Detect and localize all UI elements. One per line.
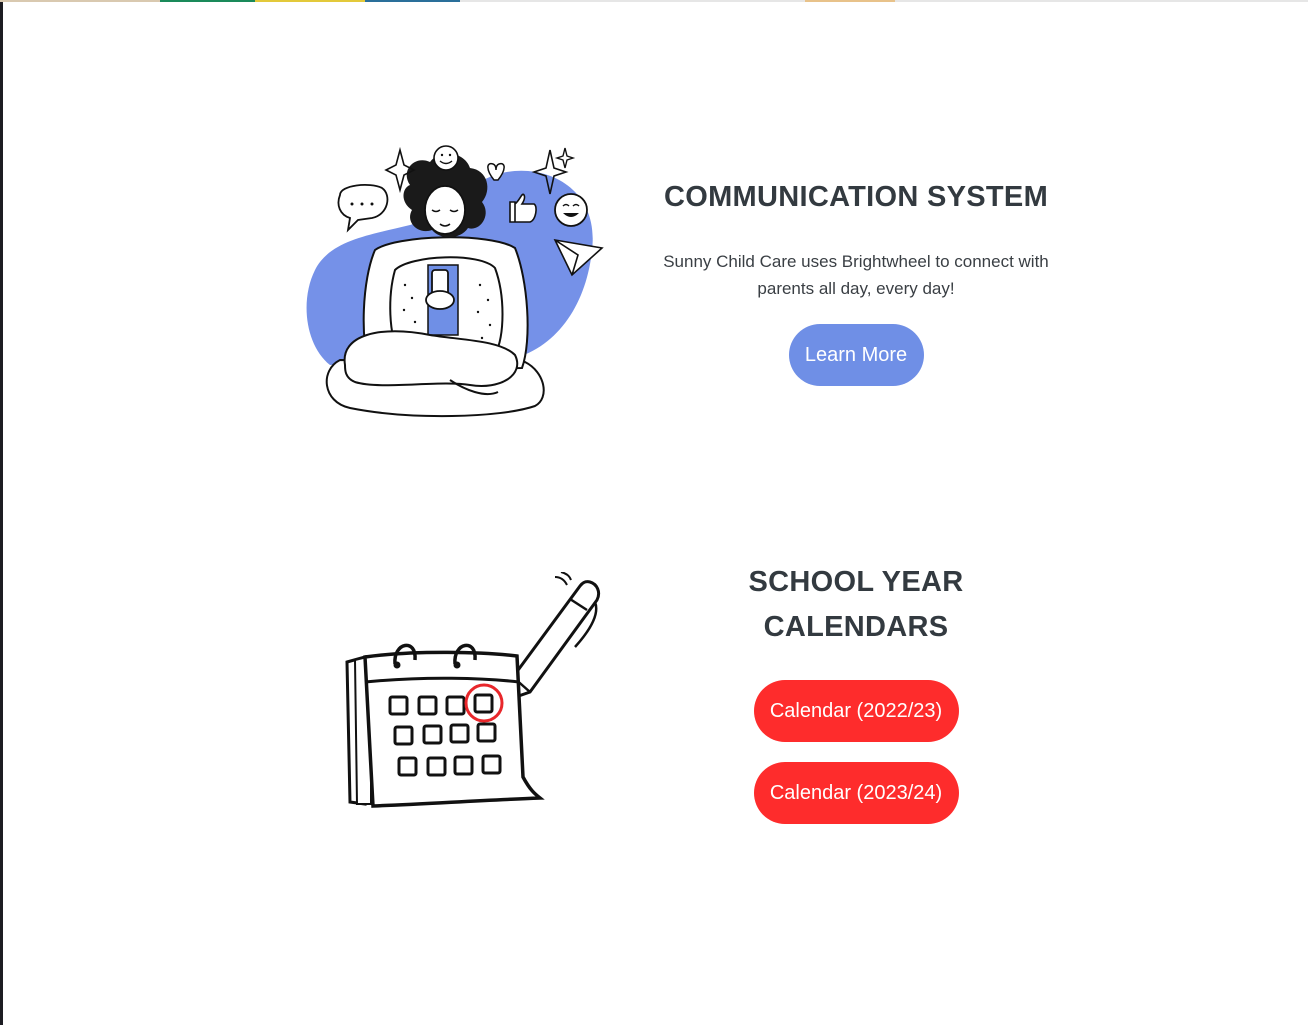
communication-section: COMMUNICATION SYSTEM Sunny Child Care us… [0, 0, 1308, 480]
calendars-title-line2: CALENDARS [763, 611, 949, 643]
calendar-with-pen-illustration-icon [335, 571, 610, 812]
communication-title: COMMUNICATION SYSTEM [663, 181, 1049, 213]
communication-text: COMMUNICATION SYSTEM Sunny Child Care us… [640, 175, 1072, 386]
calendars-title-line1: SCHOOL YEAR [748, 566, 964, 598]
calendar-2022-23-button[interactable]: Calendar (2022/23) [753, 680, 959, 742]
calendar-2023-24-button[interactable]: Calendar (2023/24) [753, 762, 959, 824]
learn-more-button[interactable]: Learn More [788, 324, 924, 386]
calendars-text: SCHOOL YEAR CALENDARS Calendar (2022/23)… [640, 560, 1072, 824]
communication-description-line2: parents all day, every day! [757, 279, 955, 298]
communication-description-line1: Sunny Child Care uses Brightwheel to con… [663, 252, 1049, 271]
woman-with-phone-illustration-icon [300, 140, 610, 425]
calendars-section: SCHOOL YEAR CALENDARS Calendar (2022/23)… [0, 480, 1308, 900]
